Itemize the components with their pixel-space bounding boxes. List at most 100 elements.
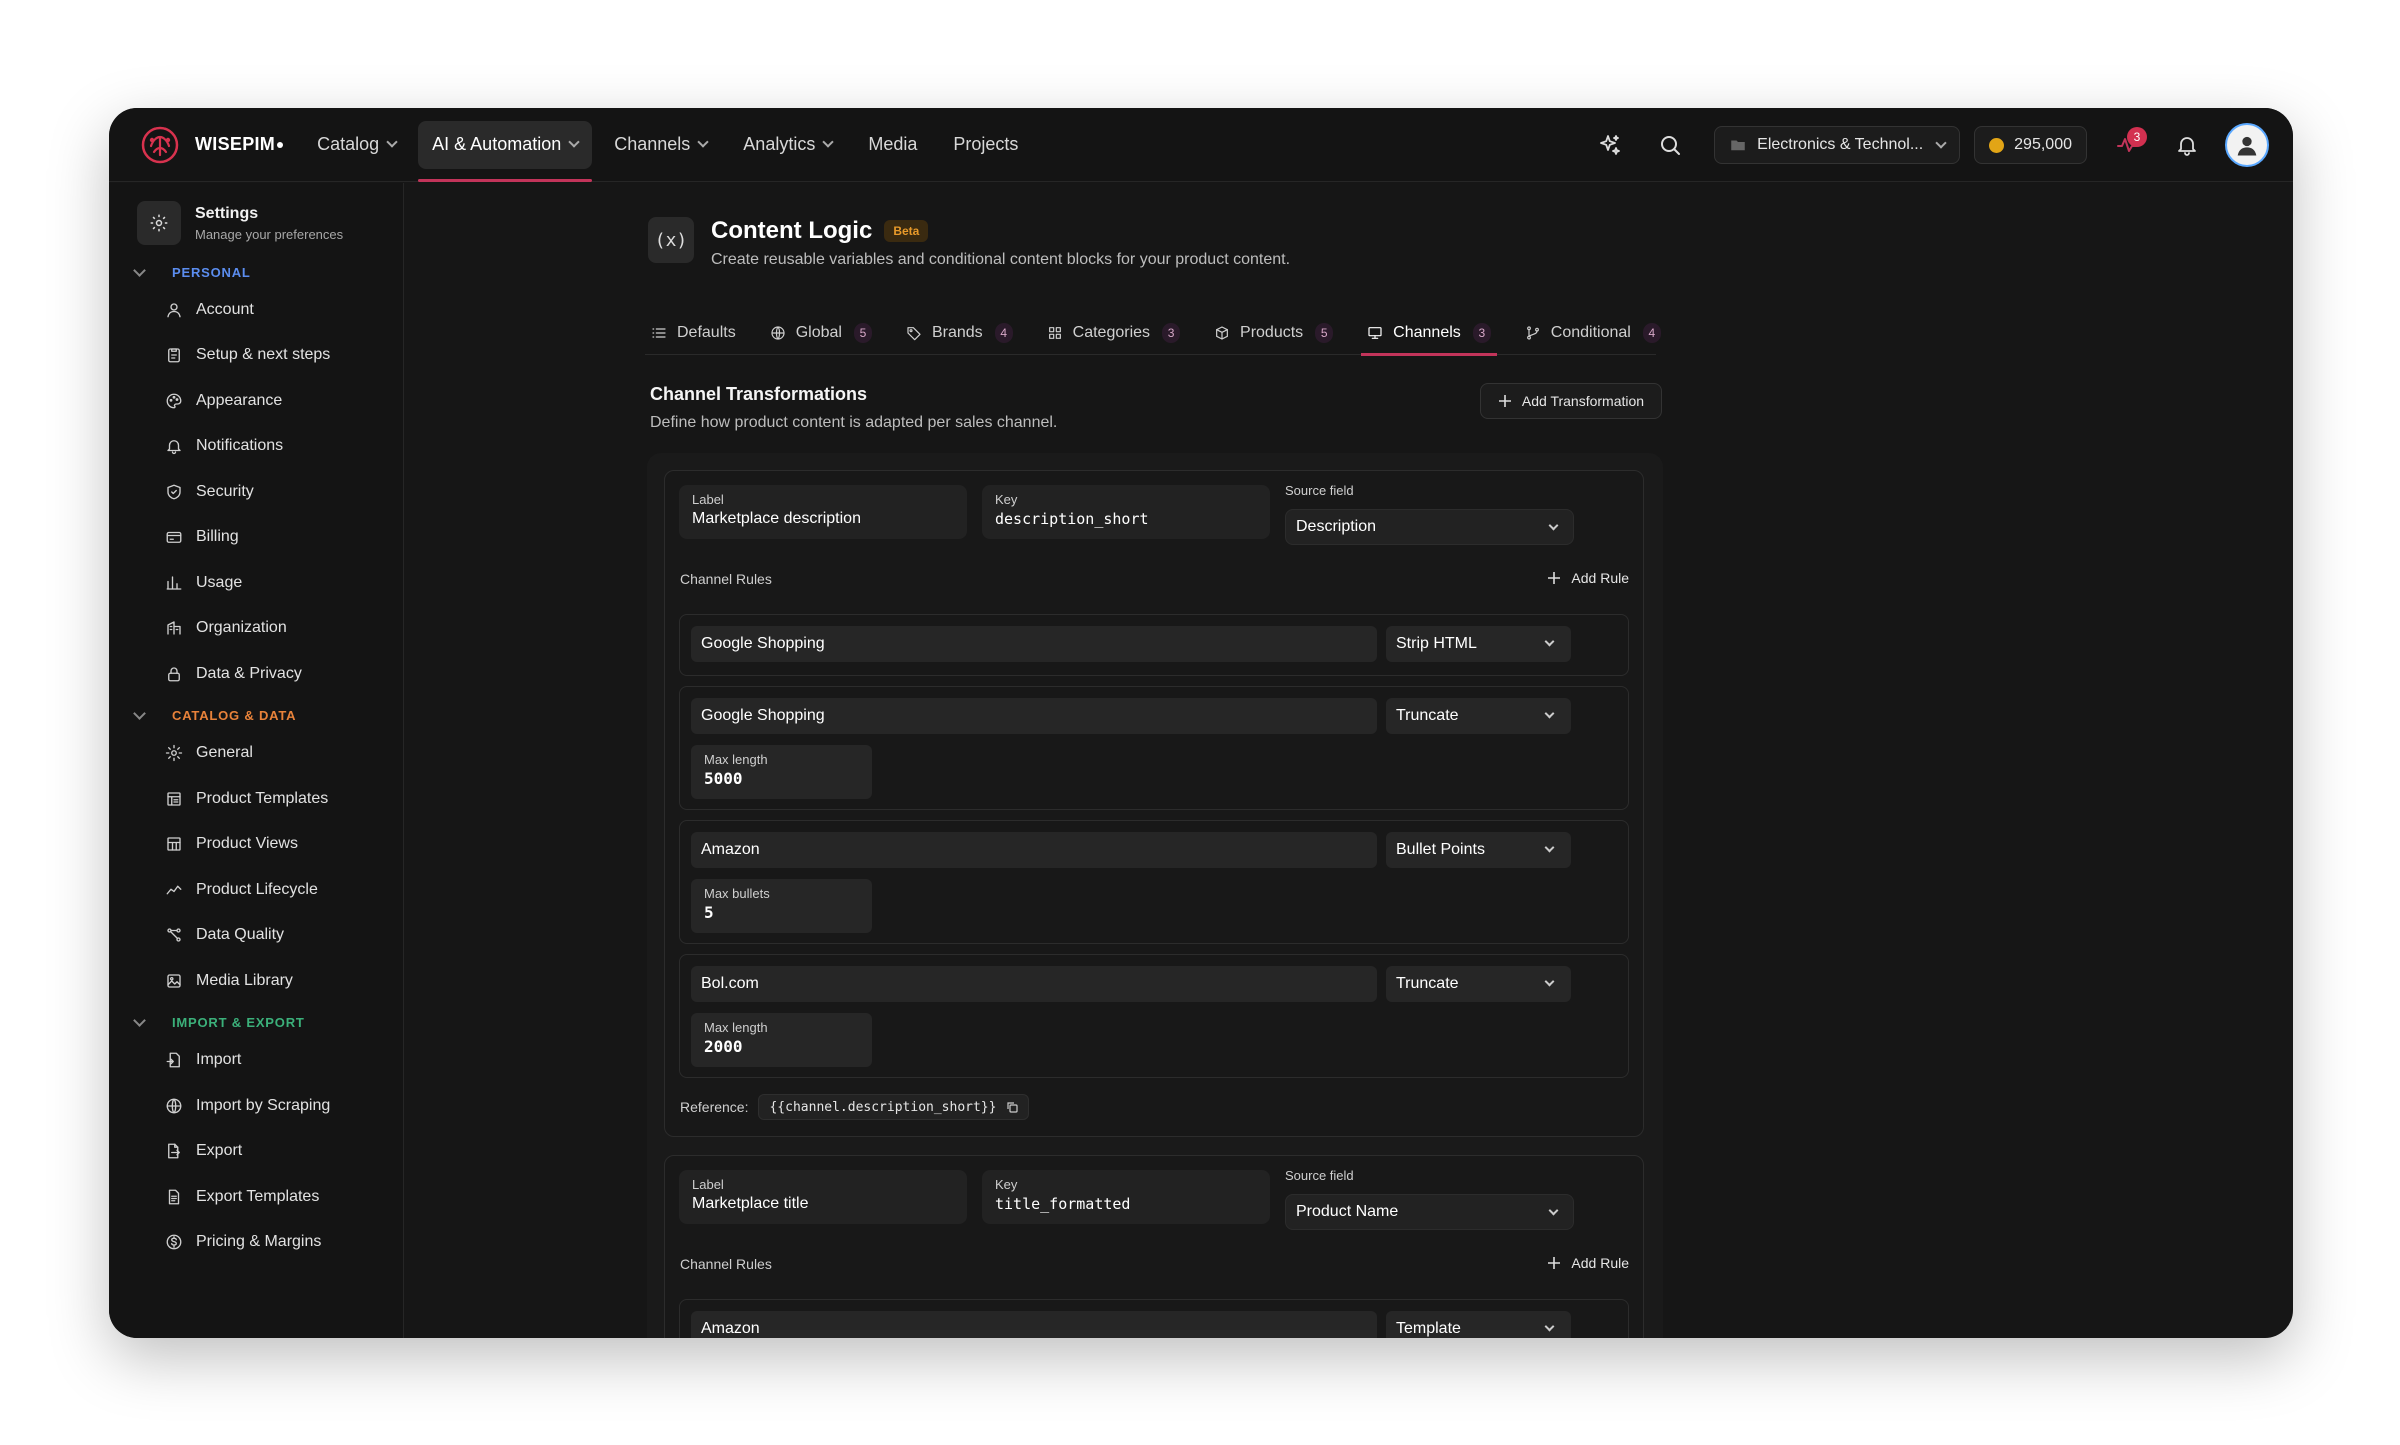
key-field[interactable]: Key title_formatted — [982, 1170, 1270, 1224]
tab-brands[interactable]: Brands 4 — [900, 311, 1019, 355]
param-label: Max length — [704, 752, 768, 767]
section-catalog-data-toggle[interactable]: CATALOG & DATA — [133, 701, 403, 731]
rule-channel-input[interactable]: Google Shopping — [691, 626, 1377, 662]
key-caption: Key — [995, 492, 1018, 507]
sidebar-item-product-lifecycle[interactable]: Product Lifecycle — [165, 867, 403, 913]
list-icon — [652, 327, 666, 338]
add-rule-label: Add Rule — [1571, 1255, 1629, 1271]
notifications-button[interactable] — [2167, 125, 2207, 165]
brand-name: WISEPIM — [195, 134, 276, 154]
credits-balance[interactable]: 295,000 — [1974, 126, 2087, 164]
sidebar-item-appearance[interactable]: Appearance — [165, 378, 403, 424]
sidebar-item-security[interactable]: Security — [165, 469, 403, 515]
rule-action-select[interactable]: Template — [1386, 1311, 1571, 1338]
sidebar-item-general[interactable]: General — [165, 731, 403, 777]
sidebar-item-label: Media Library — [196, 971, 293, 989]
section-import-export-toggle[interactable]: IMPORT & EXPORT — [133, 1008, 403, 1038]
rule-channel-input[interactable]: Bol.com — [691, 966, 1377, 1002]
app-window: WISEPIM Catalog AI & Automation Channels… — [109, 108, 2293, 1338]
channel-rule: Bol.com Truncate Max length 2000 — [679, 954, 1629, 1078]
key-value: description_short — [995, 510, 1149, 528]
source-field-select[interactable]: Description — [1285, 509, 1574, 545]
image-icon — [167, 974, 181, 988]
workspace-selector[interactable]: Electronics & Technol... — [1714, 126, 1961, 164]
source-field-select[interactable]: Product Name — [1285, 1194, 1574, 1230]
rule-channel-input[interactable]: Amazon — [691, 832, 1377, 868]
bell-icon — [2178, 137, 2196, 156]
sidebar-item-billing[interactable]: Billing — [165, 515, 403, 561]
section-title: Channel Transformations — [650, 384, 868, 404]
chevron-down-icon — [1548, 520, 1559, 531]
sidebar-item-organization[interactable]: Organization — [165, 606, 403, 652]
activity-button[interactable]: 3 — [2107, 125, 2147, 165]
sidebar-item-label: Organization — [196, 619, 287, 637]
reference-code-copy[interactable]: {{channel.description_short}} — [758, 1094, 1030, 1120]
sidebar-item-import[interactable]: Import — [165, 1038, 403, 1084]
nav-ai-automation[interactable]: AI & Automation — [418, 120, 593, 182]
nav-channels-label: Channels — [614, 134, 691, 154]
tab-label: Global — [795, 323, 842, 341]
section-personal-toggle[interactable]: PERSONAL — [133, 257, 403, 287]
clipboard-icon — [168, 348, 180, 363]
add-transformation-button[interactable]: Add Transformation — [1480, 383, 1662, 419]
brand-logo[interactable]: WISEPIM — [139, 124, 284, 166]
sidebar-item-data-privacy[interactable]: Data & Privacy — [165, 651, 403, 697]
brain-logo-icon — [141, 126, 179, 163]
nav-analytics[interactable]: Analytics — [729, 121, 846, 169]
globe-icon — [166, 1098, 182, 1114]
sidebar-item-product-templates[interactable]: Product Templates — [165, 776, 403, 822]
add-rule-button[interactable]: Add Rule — [1547, 1255, 1629, 1271]
rule-action-select[interactable]: Strip HTML — [1386, 626, 1571, 662]
search-button[interactable] — [1650, 125, 1690, 165]
rule-action-select[interactable]: Bullet Points — [1386, 832, 1571, 868]
sidebar-item-pricing-margins[interactable]: Pricing & Margins — [165, 1220, 403, 1266]
main-content: (x) Content Logic Beta Create reusable va… — [405, 183, 2293, 1338]
tab-channels[interactable]: Channels 3 — [1361, 311, 1497, 356]
sidebar-item-export[interactable]: Export — [165, 1129, 403, 1175]
ai-sparkles-button[interactable] — [1590, 125, 1630, 165]
tab-categories[interactable]: Categories 3 — [1041, 311, 1186, 355]
source-field-label: Source field — [1285, 1168, 1354, 1183]
rule-action-select[interactable]: Truncate — [1386, 966, 1571, 1002]
rule-parameter-field[interactable]: Max bullets 5 — [691, 879, 872, 933]
sidebar-item-media-library[interactable]: Media Library — [165, 958, 403, 1004]
label-field[interactable]: Label Marketplace description — [679, 485, 967, 539]
rule-action-select[interactable]: Truncate — [1386, 698, 1571, 734]
rule-parameter-field[interactable]: Max length 2000 — [691, 1013, 872, 1067]
tab-defaults[interactable]: Defaults — [645, 311, 742, 355]
nav-channels[interactable]: Channels — [600, 121, 721, 169]
sidebar-item-usage[interactable]: Usage — [165, 560, 403, 606]
rule-action-value: Truncate — [1396, 707, 1459, 724]
settings-sidebar: Settings Manage your preferences PERSONA… — [109, 183, 404, 1338]
sidebar-item-setup-next-steps[interactable]: Setup & next steps — [165, 333, 403, 379]
section-label: PERSONAL — [172, 264, 251, 280]
sidebar-item-label: General — [196, 744, 253, 762]
param-value: 2000 — [704, 1037, 743, 1056]
sidebar-item-notifications[interactable]: Notifications — [165, 424, 403, 470]
tab-count-badge: 4 — [994, 322, 1013, 343]
bell-icon — [167, 440, 181, 455]
sidebar-item-import-by-scraping[interactable]: Import by Scraping — [165, 1083, 403, 1129]
sidebar-item-data-quality[interactable]: Data Quality — [165, 913, 403, 959]
sidebar-item-export-templates[interactable]: Export Templates — [165, 1174, 403, 1220]
key-field[interactable]: Key description_short — [982, 485, 1270, 539]
label-field[interactable]: Label Marketplace title — [679, 1170, 967, 1224]
gear-icon — [165, 745, 183, 762]
nav-catalog[interactable]: Catalog — [303, 121, 410, 169]
monitor-icon — [1368, 326, 1382, 339]
tab-conditional[interactable]: Conditional 4 — [1519, 311, 1667, 355]
nav-media[interactable]: Media — [854, 121, 931, 169]
chevron-down-icon — [1544, 842, 1555, 853]
sidebar-item-product-views[interactable]: Product Views — [165, 822, 403, 868]
sidebar-item-account[interactable]: Account — [165, 287, 403, 333]
tab-products[interactable]: Products 5 — [1208, 311, 1339, 355]
gear-icon — [137, 201, 181, 245]
nav-projects[interactable]: Projects — [939, 121, 1032, 169]
tab-global[interactable]: Global 5 — [764, 311, 878, 355]
rule-parameter-field[interactable]: Max length 5000 — [691, 745, 872, 799]
add-rule-button[interactable]: Add Rule — [1547, 570, 1629, 586]
user-avatar[interactable] — [2225, 123, 2269, 167]
rule-channel-input[interactable]: Amazon — [691, 1311, 1377, 1338]
rule-channel-input[interactable]: Google Shopping — [691, 698, 1377, 734]
tab-count-badge: 4 — [1642, 322, 1661, 343]
